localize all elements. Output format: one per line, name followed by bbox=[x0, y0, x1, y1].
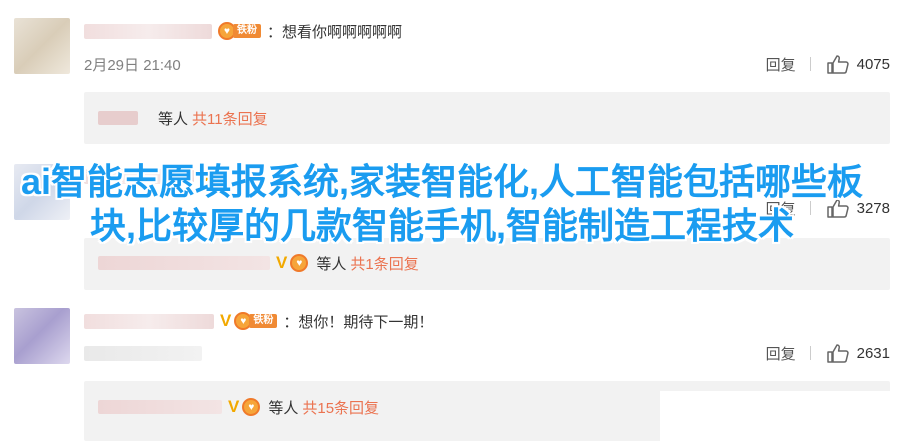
comment-time-blurred bbox=[84, 345, 202, 361]
overlay-title: ai智能志愿填报系统,家装智能化,人工智能包括哪些板块,比较厚的几款智能手机,智… bbox=[20, 161, 864, 246]
fan-badge-label: 铁粉 bbox=[233, 24, 261, 38]
sub-reply-count-link[interactable]: 共11条回复 bbox=[192, 108, 268, 129]
sub-replies-box: 等人 共11条回复 bbox=[84, 92, 890, 144]
sub-reply-count-link[interactable]: 共15条回复 bbox=[302, 397, 379, 418]
fan-badge-icon: ♥ bbox=[242, 398, 261, 416]
avatar[interactable] bbox=[14, 308, 70, 364]
sub-deng-label: 等人 bbox=[268, 399, 299, 417]
comment-text: ：想你！期待下一期！ bbox=[283, 313, 434, 331]
white-patch bbox=[660, 391, 916, 441]
sub-commenter-name[interactable] bbox=[148, 111, 150, 125]
sub-replies-line: V ♥ 等人 共1条回复 bbox=[98, 251, 419, 275]
comment-actions: 回复 4075 bbox=[766, 54, 890, 75]
thumbs-up-icon bbox=[826, 55, 849, 74]
fan-badge-label: 铁粉 bbox=[249, 314, 278, 328]
verified-badge: V ♥ bbox=[228, 397, 261, 417]
like-button[interactable]: 4075 bbox=[826, 54, 890, 74]
divider bbox=[809, 346, 811, 360]
sub-replies-line: V ♥ 等人 共15条回复 bbox=[98, 395, 379, 419]
comment-meta: 2月29日 21:40 回复 4075 bbox=[84, 52, 890, 76]
like-count: 2631 bbox=[856, 344, 890, 362]
verified-badge: V ♥ bbox=[276, 253, 309, 273]
verified-v-icon: V bbox=[276, 253, 288, 272]
comment-actions: 回复 2631 bbox=[766, 343, 890, 364]
fan-badge-icon: ♥ bbox=[290, 254, 309, 272]
avatar[interactable] bbox=[14, 18, 70, 74]
divider bbox=[809, 57, 811, 71]
sub-replies-line: 等人 共11条回复 bbox=[98, 106, 268, 130]
sub-reply-count-link[interactable]: 共1条回复 bbox=[350, 253, 418, 274]
commenter-name[interactable] bbox=[84, 313, 214, 329]
comment-text: ：想看你啊啊啊啊啊 bbox=[267, 23, 403, 41]
verified-badge[interactable]: V ♥ 铁粉 bbox=[220, 311, 278, 331]
comment-time: 2月29日 21:40 bbox=[84, 56, 181, 74]
verified-v-icon: V bbox=[220, 311, 232, 330]
comment-main-line: V ♥ 铁粉 ：想你！期待下一期！ bbox=[84, 309, 433, 333]
like-button[interactable]: 2631 bbox=[826, 343, 890, 363]
sub-deng-label: 等人 bbox=[316, 255, 347, 273]
like-count: 4075 bbox=[856, 55, 890, 73]
sub-commenter-name[interactable] bbox=[98, 400, 222, 414]
sub-deng-label: 等人 bbox=[158, 110, 189, 128]
reply-button[interactable]: 回复 bbox=[766, 54, 796, 75]
thumbs-up-icon bbox=[826, 344, 849, 363]
fan-badge[interactable]: ♥ 铁粉 bbox=[218, 22, 261, 40]
sub-avatar bbox=[98, 111, 138, 125]
comment-main-line: ♥ 铁粉 ：想看你啊啊啊啊啊 bbox=[84, 19, 402, 43]
reply-button[interactable]: 回复 bbox=[766, 343, 796, 364]
verified-v-icon: V bbox=[228, 397, 240, 416]
comment-meta: 回复 2631 bbox=[84, 341, 890, 365]
sub-commenter-name[interactable] bbox=[98, 256, 270, 270]
commenter-name[interactable] bbox=[84, 23, 212, 39]
